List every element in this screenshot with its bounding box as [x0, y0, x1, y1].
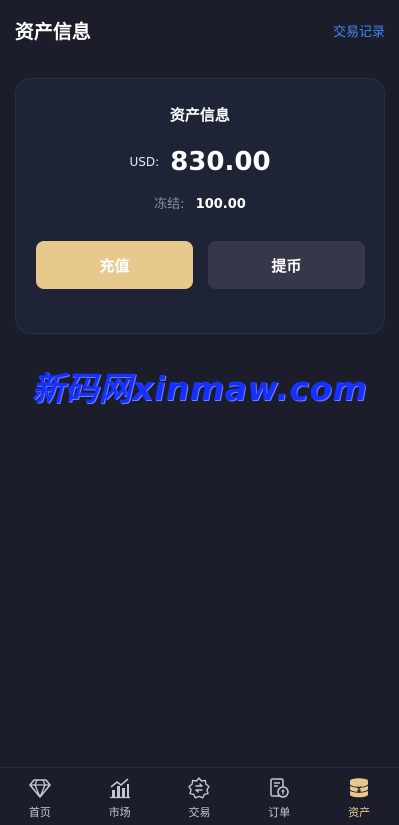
transaction-history-link[interactable]: 交易记录 — [333, 21, 385, 40]
tab-label: 资产 — [348, 806, 371, 819]
bottom-tab-bar: 首页 市场 交易 订单 资产 — [0, 767, 399, 825]
balance-row: USD: 830.00 — [16, 147, 384, 177]
watermark-text: 新码网xinmaw.com — [31, 369, 368, 408]
card-title: 资产信息 — [169, 106, 230, 124]
frozen-amount: 100.00 — [195, 197, 246, 212]
tab-label: 订单 — [268, 806, 291, 819]
tab-trade[interactable]: 交易 — [160, 768, 240, 825]
asset-page: 资产信息 交易记录 资产信息 USD: 830.00 冻结: 100.00 充值… — [0, 0, 399, 825]
tab-home[interactable]: 首页 — [0, 768, 80, 825]
header: 资产信息 交易记录 — [0, 0, 399, 60]
tab-label: 交易 — [188, 806, 211, 819]
frozen-row: 冻结: 100.00 — [16, 193, 384, 212]
order-icon — [270, 778, 290, 798]
deposit-button[interactable]: 充值 — [36, 241, 193, 289]
tab-market[interactable]: 市场 — [80, 768, 160, 825]
diamond-icon — [29, 779, 51, 798]
asset-card: 资产信息 USD: 830.00 冻结: 100.00 充值 提币 — [15, 78, 385, 334]
withdraw-button[interactable]: 提币 — [208, 241, 365, 289]
frozen-label: 冻结: — [154, 197, 185, 212]
balance-amount: 830.00 — [170, 147, 271, 177]
tab-label: 首页 — [28, 806, 51, 819]
tab-assets[interactable]: 资产 — [319, 768, 399, 825]
currency-label: USD: — [129, 155, 160, 169]
tab-orders[interactable]: 订单 — [239, 768, 319, 825]
exchange-icon — [188, 777, 211, 799]
tab-label: 市场 — [108, 806, 131, 819]
chart-icon — [109, 778, 130, 799]
page-title: 资产信息 — [15, 21, 92, 43]
coin-stack-icon — [349, 778, 369, 798]
